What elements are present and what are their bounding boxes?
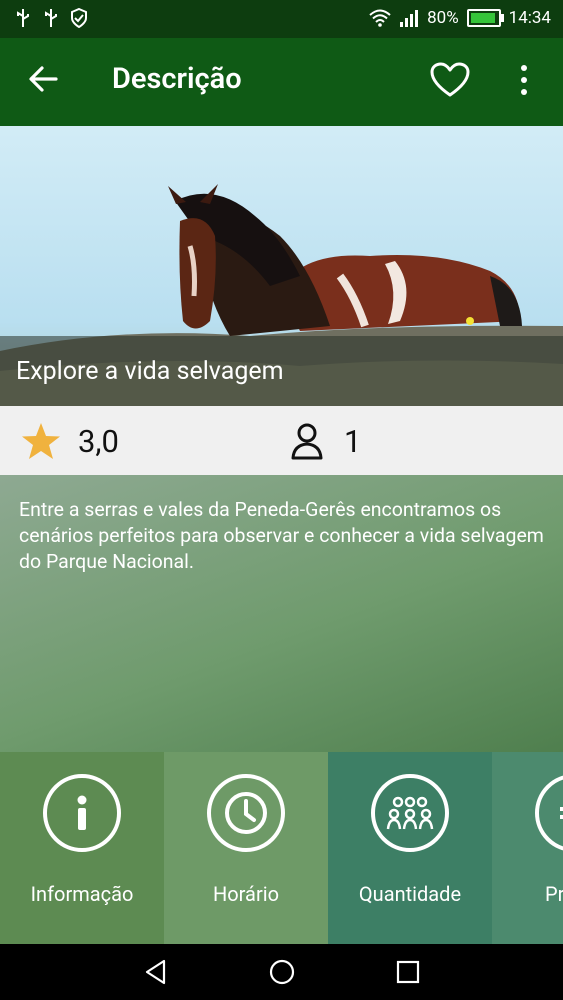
system-nav-bar — [0, 944, 563, 1000]
group-icon — [371, 774, 449, 852]
usb-icon — [17, 9, 29, 27]
participants-value: 1 — [344, 422, 362, 460]
heart-icon[interactable] — [430, 62, 470, 98]
price-icon — [535, 774, 563, 852]
back-arrow-icon[interactable] — [26, 62, 60, 96]
clock-time: 14:34 — [508, 8, 551, 28]
nav-recents-icon[interactable] — [394, 958, 422, 986]
nav-home-icon[interactable] — [268, 958, 296, 986]
tile-preco[interactable]: Pr — [492, 752, 563, 944]
tile-label: Informação — [30, 882, 134, 906]
rating-value: 3,0 — [78, 422, 119, 460]
person-icon — [291, 423, 323, 460]
tile-label: Horário — [213, 882, 279, 906]
battery-percent: 80% — [427, 8, 459, 28]
page-title: Descrição — [112, 62, 242, 96]
nav-back-icon[interactable] — [142, 958, 170, 986]
hero-caption: Explore a vida selvagem — [0, 336, 563, 406]
app-bar: Descrição — [0, 38, 563, 126]
info-tiles: Informação Horário Quantidade Pr — [0, 752, 563, 944]
tile-horario[interactable]: Horário — [164, 752, 328, 944]
status-right: 80% 14:34 — [369, 8, 551, 28]
tile-label: Quantidade — [358, 882, 462, 906]
wifi-icon — [369, 9, 391, 27]
signal-icon — [400, 10, 419, 27]
status-bar: 80% 14:34 — [0, 0, 563, 38]
battery-icon — [466, 9, 504, 27]
tile-label: Pr — [545, 882, 563, 906]
tile-quantidade[interactable]: Quantidade — [328, 752, 492, 944]
star-icon — [22, 423, 60, 459]
more-vert-icon[interactable] — [514, 64, 534, 96]
rating-stat: 3,0 — [20, 420, 119, 462]
description-text: Entre a serras e vales da Peneda-Gerês e… — [19, 498, 544, 573]
description-panel: Entre a serras e vales da Peneda-Gerês e… — [0, 475, 563, 752]
clock-icon — [207, 774, 285, 852]
participants-stat: 1 — [286, 420, 361, 462]
shield-icon — [71, 8, 87, 28]
tile-informacao[interactable]: Informação — [0, 752, 164, 944]
info-icon — [43, 774, 121, 852]
status-left-icons — [14, 8, 88, 28]
stats-row: 3,0 1 — [0, 406, 563, 475]
usb-icon — [45, 9, 57, 27]
hero-image: Explore a vida selvagem — [0, 126, 563, 406]
